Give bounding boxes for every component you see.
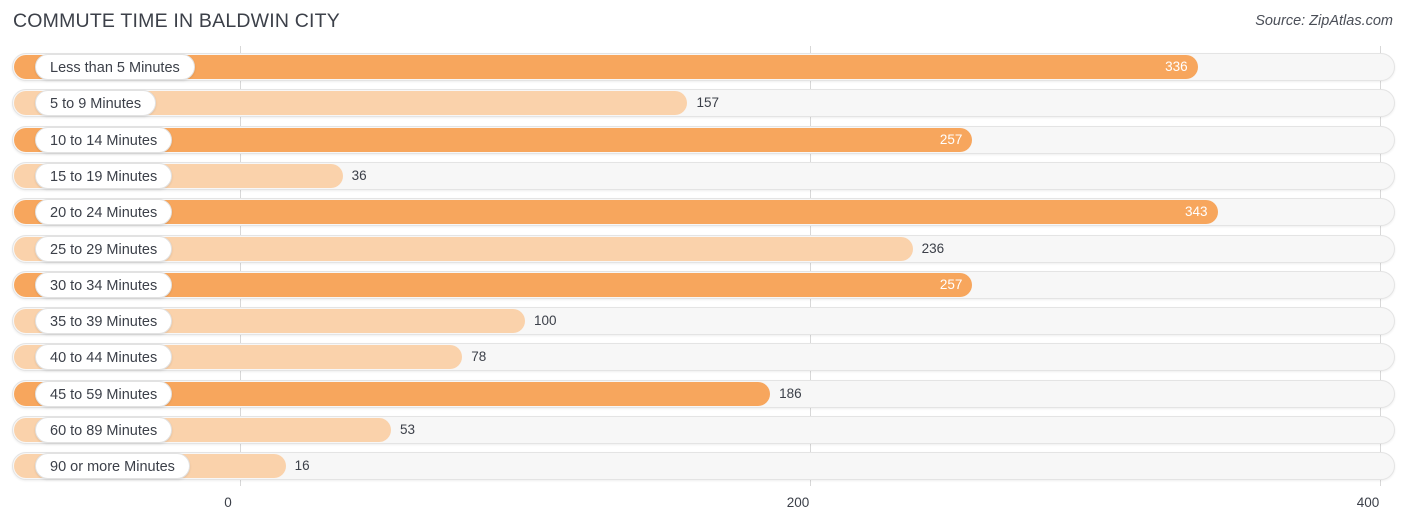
category-label: 10 to 14 Minutes (35, 126, 173, 153)
category-label: 40 to 44 Minutes (35, 344, 173, 371)
category-label: 60 to 89 Minutes (35, 417, 173, 443)
category-label: Less than 5 Minutes (35, 54, 195, 80)
category-label: 35 to 39 Minutes (35, 308, 173, 335)
value-label: 53 (400, 422, 416, 437)
bar-row[interactable]: 5 to 9 Minutes 157 (12, 89, 1395, 118)
category-label: 90 or more Minutes (35, 453, 190, 480)
category-label: 45 to 59 Minutes (35, 380, 173, 407)
bar-row[interactable]: 20 to 24 Minutes 343 (12, 198, 1395, 227)
x-axis: 0 200 400 (0, 486, 1406, 524)
value-label: 100 (534, 313, 557, 329)
category-label: 25 to 29 Minutes (35, 235, 173, 262)
value-label: 336 (1165, 59, 1188, 74)
value-label: 78 (471, 349, 487, 365)
bar-row[interactable]: 35 to 39 Minutes 100 (12, 307, 1395, 336)
bar-row[interactable]: 60 to 89 Minutes 53 (12, 416, 1395, 444)
value-label: 157 (696, 95, 719, 111)
value-label: 257 (939, 131, 963, 147)
bar-row[interactable]: 30 to 34 Minutes 257 (12, 270, 1395, 299)
bar-row[interactable]: 25 to 29 Minutes 236 (12, 234, 1395, 263)
value-bar[interactable] (14, 200, 1218, 225)
value-label: 186 (779, 385, 802, 401)
axis-tick-label: 400 (1356, 495, 1380, 510)
bar-row[interactable]: 15 to 19 Minutes 36 (12, 161, 1395, 190)
category-label: 30 to 34 Minutes (35, 271, 173, 298)
bar-row[interactable]: 45 to 59 Minutes 186 (12, 379, 1395, 408)
chart-header: COMMUTE TIME IN BALDWIN CITY Source: Zip… (0, 0, 1406, 46)
category-label: 15 to 19 Minutes (35, 162, 173, 189)
value-label: 16 (294, 458, 310, 474)
category-label: 5 to 9 Minutes (35, 90, 157, 117)
page-title: COMMUTE TIME IN BALDWIN CITY (13, 10, 340, 32)
value-label: 36 (351, 167, 367, 183)
category-label: 20 to 24 Minutes (35, 199, 173, 226)
value-label: 343 (1185, 204, 1208, 220)
bar-chart-plot-area: Less than 5 Minutes 336 5 to 9 Minutes 157 1… (0, 46, 1406, 486)
bar-row[interactable]: 40 to 44 Minutes 78 (12, 343, 1395, 372)
axis-tick-label: 200 (786, 495, 810, 510)
value-label: 257 (939, 276, 963, 292)
source-attribution: Source: ZipAtlas.com (1255, 13, 1393, 29)
axis-tick-label: 0 (224, 495, 232, 510)
bar-row[interactable]: 10 to 14 Minutes 257 (12, 125, 1395, 154)
bar-row[interactable]: Less than 5 Minutes 336 (12, 53, 1395, 81)
bar-row[interactable]: 90 or more Minutes 16 (12, 452, 1395, 481)
value-label: 236 (921, 240, 945, 256)
